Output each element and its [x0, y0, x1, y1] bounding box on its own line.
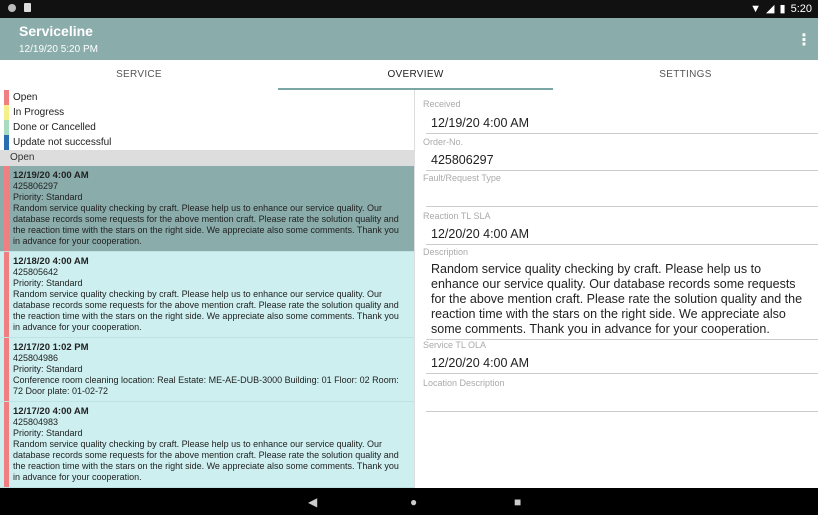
item-date: 12/17/20 4:00 AM — [13, 406, 89, 417]
ola-field: Service TL OLA 12/20/20 4:00 AM — [418, 339, 818, 377]
legend-color-bar — [4, 105, 9, 120]
status-color-bar — [4, 252, 9, 337]
ola-value: 12/20/20 4:00 AM — [431, 356, 529, 370]
status-color-bar — [4, 166, 9, 251]
detail-pane: Received 12/19/20 4:00 AM Order-No. 4258… — [418, 90, 818, 488]
order-field: Order-No. 425806297 — [418, 136, 818, 172]
wifi-icon: ▼ — [750, 2, 762, 15]
back-icon[interactable]: ◀ — [308, 495, 317, 509]
reaction-value: 12/20/20 4:00 AM — [431, 227, 529, 241]
fault-field: Fault/Request Type — [418, 172, 818, 210]
legend-update-failed: Update not successful — [0, 135, 414, 150]
reaction-field: Reaction TL SLA 12/20/20 4:00 AM — [418, 210, 818, 246]
section-header-open: Open — [0, 150, 414, 166]
tab-bar: SERVICE OVERVIEW SETTINGS — [0, 60, 818, 90]
status-time: 5:20 — [790, 2, 812, 15]
item-priority: Priority: Standard — [13, 364, 83, 374]
signal-icon: ◢ — [766, 3, 775, 15]
legend-open: Open — [0, 90, 414, 105]
description-label: Description — [423, 247, 469, 257]
item-description: Conference room cleaning location: Real … — [13, 375, 399, 396]
legend-color-bar — [4, 120, 9, 135]
status-color-bar — [4, 338, 9, 401]
tab-overview[interactable]: OVERVIEW — [278, 60, 553, 90]
description-field: Description Random service quality check… — [418, 246, 818, 340]
list-item[interactable]: 12/17/20 4:00 AM 425804983 Priority: Sta… — [0, 402, 414, 488]
list-item[interactable]: 12/17/20 1:02 PM 425804986 Priority: Sta… — [0, 338, 414, 402]
order-label: Order-No. — [423, 137, 464, 147]
received-field: Received 12/19/20 4:00 AM — [418, 90, 818, 136]
item-order: 425806297 — [13, 181, 59, 191]
item-description: Random service quality checking by craft… — [13, 439, 399, 482]
item-priority: Priority: Standard — [13, 278, 83, 288]
home-icon[interactable]: ● — [410, 495, 417, 509]
field-underline — [426, 170, 818, 171]
item-date: 12/19/20 4:00 AM — [13, 170, 89, 181]
notification-dot-icon — [8, 3, 16, 12]
item-date: 12/17/20 1:02 PM — [13, 342, 89, 353]
legend-done: Done or Cancelled — [0, 120, 414, 135]
field-underline — [426, 206, 818, 207]
app-subtitle: 12/19/20 5:20 PM — [19, 44, 98, 55]
status-color-bar — [4, 402, 9, 487]
fault-label: Fault/Request Type — [423, 173, 501, 183]
order-value: 425806297 — [431, 153, 494, 167]
ola-label: Service TL OLA — [423, 340, 487, 350]
item-priority: Priority: Standard — [13, 428, 83, 438]
item-order: 425804983 — [13, 417, 59, 427]
item-order: 425804986 — [13, 353, 59, 363]
location-field: Location Description — [418, 377, 818, 415]
received-label: Received — [423, 99, 461, 109]
service-list-pane[interactable]: Open In Progress Done or Cancelled Updat… — [0, 90, 415, 488]
battery-icon: ▮ — [779, 3, 786, 15]
description-value: Random service quality checking by craft… — [431, 262, 803, 336]
location-label: Location Description — [423, 378, 505, 388]
app-title: Serviceline — [19, 23, 93, 39]
item-description: Random service quality checking by craft… — [13, 289, 399, 332]
navigation-bar: ◀ ● ■ — [0, 488, 818, 515]
list-item[interactable]: 12/18/20 4:00 AM 425805642 Priority: Sta… — [0, 252, 414, 338]
overflow-menu-icon[interactable]: ⋮ — [796, 30, 812, 50]
location-value — [418, 389, 818, 409]
received-value: 12/19/20 4:00 AM — [431, 116, 529, 130]
legend-color-bar — [4, 90, 9, 105]
legend-in-progress: In Progress — [0, 105, 414, 120]
tab-settings[interactable]: SETTINGS — [553, 60, 818, 90]
app-bar: Serviceline 12/19/20 5:20 PM ⋮ — [0, 18, 818, 60]
field-underline — [426, 411, 818, 412]
recents-icon[interactable]: ■ — [514, 495, 521, 509]
list-item[interactable]: 12/19/20 4:00 AM 425806297 Priority: Sta… — [0, 166, 414, 252]
sd-card-icon — [24, 3, 31, 12]
status-bar: ▼ ◢ ▮ 5:20 — [0, 0, 818, 18]
fault-value — [418, 184, 818, 204]
item-order: 425805642 — [13, 267, 59, 277]
item-date: 12/18/20 4:00 AM — [13, 256, 89, 267]
legend-color-bar — [4, 135, 9, 150]
field-underline — [426, 373, 818, 374]
item-description: Random service quality checking by craft… — [13, 203, 399, 246]
tab-service[interactable]: SERVICE — [0, 60, 278, 90]
field-underline — [426, 244, 818, 245]
field-underline — [426, 133, 818, 134]
reaction-label: Reaction TL SLA — [423, 211, 491, 221]
item-priority: Priority: Standard — [13, 192, 83, 202]
